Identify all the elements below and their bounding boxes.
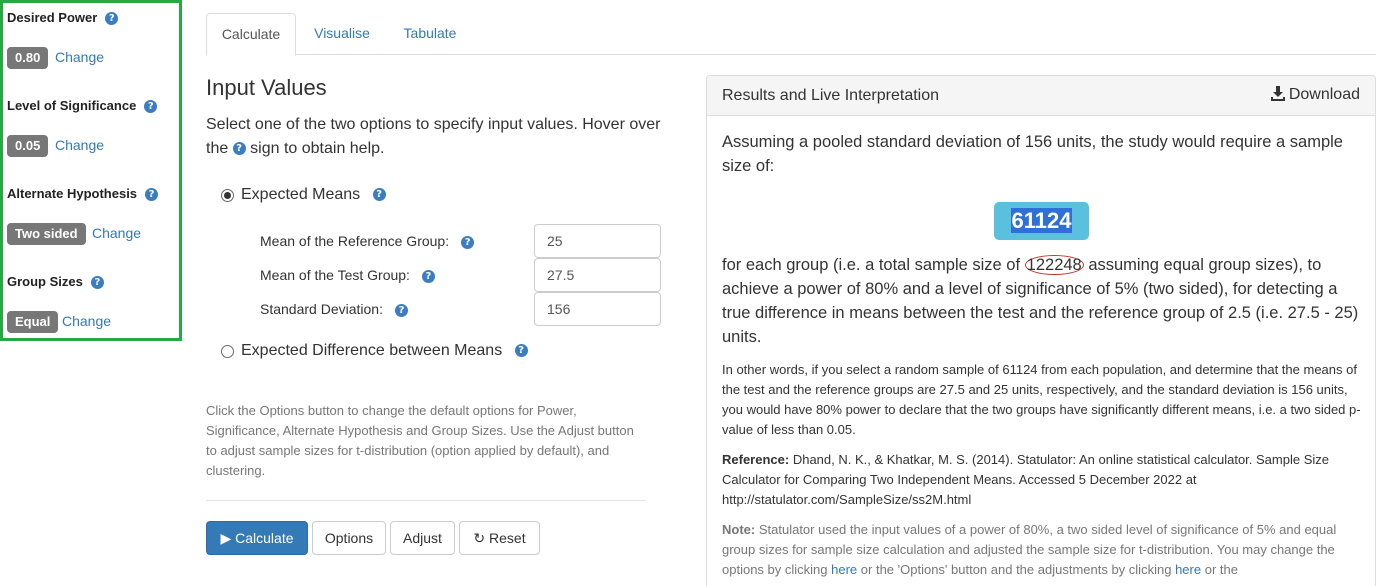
input-description: Select one of the two options to specify… [206,113,666,161]
reset-label: Reset [489,530,526,546]
help-icon[interactable]: ? [394,303,408,317]
reference-mean-input[interactable] [534,224,661,258]
adjust-button[interactable]: Adjust [390,521,455,555]
tab-tabulate[interactable]: Tabulate [392,13,468,55]
hypothesis-value-badge: Two sided [7,223,86,245]
interpretation-text: In other words, if you select a random s… [722,362,1361,437]
options-note: Click the Options button to change the d… [206,403,634,478]
std-dev-text: Standard Deviation: [260,301,383,317]
total-sample-size: 122248 [1024,255,1084,275]
test-mean-input[interactable] [534,258,661,292]
results-panel: Results and Live Interpretation Download… [706,75,1376,586]
expected-means-text: Expected Means [241,186,361,203]
significance-label: Level of Significance [7,98,137,113]
change-group-sizes-link[interactable]: Change [62,313,111,329]
results-header: Results and Live Interpretation Download [707,76,1375,116]
options-button[interactable]: Options [312,521,386,555]
hypothesis-title: Alternate Hypothesis? [7,186,159,202]
download-icon [1270,86,1285,101]
options-here-link[interactable]: here [831,562,857,577]
help-icon[interactable]: ? [461,235,475,249]
desired-power-title: Desired Power? [7,10,119,26]
reference-mean-text: Mean of the Reference Group: [260,233,450,249]
help-icon[interactable]: ? [90,276,104,290]
help-icon: ? [232,142,246,156]
std-dev-input[interactable] [534,292,661,326]
hypothesis-label: Alternate Hypothesis [7,186,138,201]
reference-mean-label: Mean of the Reference Group:? [260,233,475,249]
adjust-here-link[interactable]: here [1175,562,1201,577]
std-dev-label: Standard Deviation:? [260,301,408,317]
change-power-link[interactable]: Change [55,49,104,65]
play-icon: ▶ [220,530,232,546]
significance-title: Level of Significance? [7,98,158,114]
results-intro: Assuming a pooled standard deviation of … [722,133,1343,175]
note-text: Note: Statulator used the input values o… [722,520,1362,580]
note-part-c: or the [1204,562,1238,577]
tab-bar: Calculate Visualise Tabulate [206,13,1376,56]
expected-difference-label: Expected Difference between Means ? [241,342,528,360]
help-icon[interactable]: ? [514,344,528,358]
refresh-icon: ↻ [473,530,486,546]
group-sizes-title: Group Sizes? [7,274,104,290]
input-desc-text-end: sign to obtain help. [250,140,385,157]
input-values-title: Input Values [206,75,327,100]
test-mean-label: Mean of the Test Group:? [260,267,435,283]
expected-means-radio[interactable] [221,189,234,202]
note-label: Note: [722,522,756,537]
reference-citation: Dhand, N. K., & Khatkar, M. S. (2014). S… [722,452,1329,507]
help-icon[interactable]: ? [144,100,158,114]
download-label: Download [1288,86,1360,103]
sample-size-value: 61124 [1010,208,1073,233]
help-icon[interactable]: ? [372,188,386,202]
tab-calculate[interactable]: Calculate [206,13,296,56]
power-value-badge: 0.80 [7,47,49,69]
help-icon[interactable]: ? [421,269,435,283]
expected-difference-radio[interactable] [221,345,234,358]
group-sizes-label: Group Sizes [7,274,83,289]
reference-label: Reference: [722,452,790,467]
expected-difference-text: Expected Difference between Means [241,342,503,359]
reset-button[interactable]: ↻ Reset [459,521,540,555]
expected-means-label: Expected Means ? [241,186,386,204]
desired-power-label: Desired Power [7,10,98,25]
help-icon[interactable]: ? [145,188,159,202]
results-paragraph: for each group (i.e. a total sample size… [722,253,1362,349]
reference-text: Reference: Dhand, N. K., & Khatkar, M. S… [722,450,1362,510]
download-button[interactable]: Download [1270,86,1360,104]
group-sizes-value-badge: Equal [7,311,59,333]
para1-start: for each group (i.e. a total sample size… [722,256,1021,274]
significance-value-badge: 0.05 [7,135,49,157]
divider [206,500,646,501]
test-mean-text: Mean of the Test Group: [260,267,410,283]
note-part-b: or the 'Options' button and the adjustme… [860,562,1172,577]
options-panel: Desired Power? 0.80 Change Level of Sign… [0,0,182,341]
calculate-button[interactable]: ▶ Calculate [206,521,308,555]
change-significance-link[interactable]: Change [55,137,104,153]
results-title: Results and Live Interpretation [722,87,940,104]
help-icon[interactable]: ? [105,12,119,26]
sample-size-badge: 61124 [994,202,1089,240]
change-hypothesis-link[interactable]: Change [92,225,141,241]
calculate-label: Calculate [235,530,294,546]
tab-visualise[interactable]: Visualise [302,13,382,55]
